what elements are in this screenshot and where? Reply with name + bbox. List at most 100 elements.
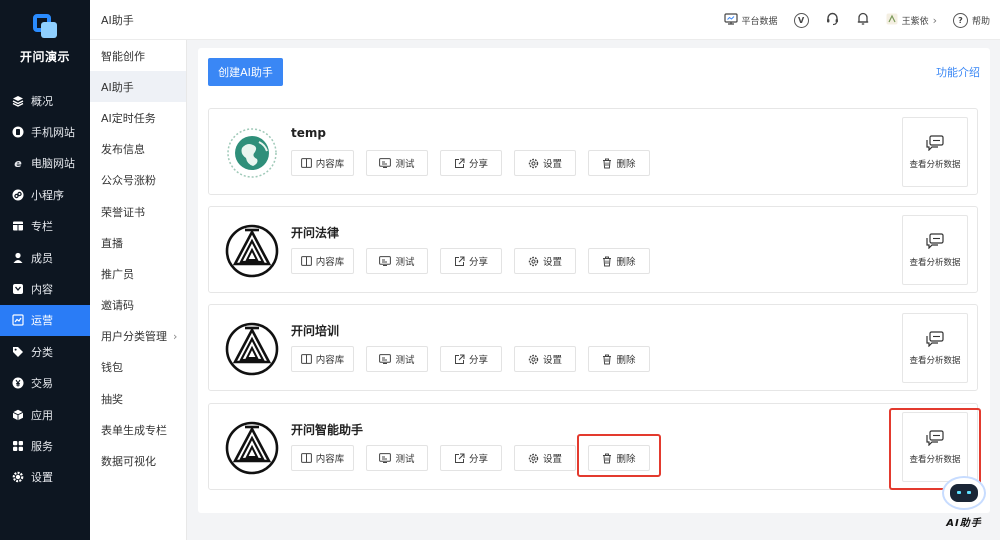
share-button[interactable]: 分享 — [440, 346, 502, 372]
platform-data-button[interactable]: 平台数据 — [723, 12, 778, 28]
settings-button[interactable]: 设置 — [514, 150, 576, 176]
submenu-item-promoter[interactable]: 推广员 — [90, 258, 186, 289]
feature-intro-link[interactable]: 功能介绍 — [936, 64, 980, 80]
action-label: 测试 — [395, 159, 415, 170]
content-library-button[interactable]: 内容库 — [291, 445, 354, 471]
action-label: 内容库 — [315, 257, 345, 268]
support-button[interactable] — [825, 11, 840, 29]
share-button[interactable]: 分享 — [440, 248, 502, 274]
submenu-label: 用户分类管理 — [101, 330, 167, 344]
trash-icon — [602, 256, 612, 267]
gear-icon — [12, 471, 24, 483]
nav-item-settings[interactable]: 设置 — [0, 462, 90, 493]
content-library-button[interactable]: 内容库 — [291, 150, 354, 176]
nav-item-column[interactable]: 专栏 — [0, 211, 90, 242]
assistant-name: temp — [291, 126, 326, 140]
content-library-button[interactable]: 内容库 — [291, 248, 354, 274]
platform-data-label: 平台数据 — [741, 16, 778, 27]
nav-label: 分类 — [31, 345, 53, 359]
chart-icon — [12, 314, 24, 327]
monitor-icon — [379, 256, 392, 266]
user-avatar — [886, 13, 898, 28]
miniprogram-icon — [12, 189, 24, 201]
submenu-item-form-column[interactable]: 表单生成专栏 — [90, 414, 186, 445]
nav-item-category[interactable]: 分类 — [0, 336, 90, 367]
share-icon — [454, 354, 465, 365]
submenu-item-smart-create[interactable]: 智能创作 — [90, 40, 186, 71]
trash-icon — [602, 158, 612, 169]
mobile-icon — [12, 126, 24, 138]
bell-icon — [856, 11, 870, 29]
action-label: 内容库 — [315, 454, 345, 465]
submenu-item-data-visualization[interactable]: 数据可视化 — [90, 445, 186, 476]
delete-button[interactable]: 删除 — [588, 346, 650, 372]
submenu-item-wechat-growth[interactable]: 公众号涨粉 — [90, 165, 186, 196]
assistant-name: 开问培训 — [291, 324, 340, 338]
action-label: 分享 — [468, 454, 488, 465]
assistant-avatar — [225, 224, 279, 278]
settings-button[interactable]: 设置 — [514, 346, 576, 372]
brand-name: 开问演示 — [19, 50, 70, 64]
nav-item-services[interactable]: 服务 — [0, 430, 90, 461]
test-button[interactable]: 测试 — [366, 150, 428, 176]
brand-logo[interactable]: 开问演示 — [0, 12, 90, 65]
submenu-item-user-category[interactable]: 用户分类管理 › — [90, 321, 186, 352]
nav-item-mobile-site[interactable]: 手机网站 — [0, 116, 90, 147]
monitor-icon — [723, 12, 738, 28]
create-ai-assistant-button[interactable]: 创建AI助手 — [208, 58, 283, 86]
help-label: 帮助 — [971, 16, 990, 27]
gear-icon — [528, 453, 539, 464]
nav-item-apps[interactable]: 应用 — [0, 399, 90, 430]
submenu-item-invite-code[interactable]: 邀请码 — [90, 290, 186, 321]
main-sidebar: 开问演示 概况 手机网站 e 电脑网站 小程序 专栏 成员 内容 运营 分类 交… — [0, 0, 90, 540]
nav-item-members[interactable]: 成员 — [0, 242, 90, 273]
assistant-avatar — [225, 126, 279, 180]
settings-button[interactable]: 设置 — [514, 445, 576, 471]
notification-button[interactable] — [856, 11, 870, 29]
share-button[interactable]: 分享 — [440, 445, 502, 471]
monitor-icon — [379, 354, 392, 364]
robot-icon — [944, 478, 984, 508]
delete-button[interactable]: 删除 — [588, 150, 650, 176]
brand-logo-icon — [31, 12, 59, 40]
vip-button[interactable]: V — [793, 12, 809, 28]
analysis-label: 查看分析数据 — [909, 355, 961, 366]
monitor-icon — [379, 453, 392, 463]
view-analysis-button[interactable]: 查看分析数据 — [902, 215, 968, 285]
nav-item-miniprogram[interactable]: 小程序 — [0, 179, 90, 210]
share-button[interactable]: 分享 — [440, 150, 502, 176]
view-analysis-button[interactable]: 查看分析数据 — [902, 117, 968, 187]
content-library-button[interactable]: 内容库 — [291, 346, 354, 372]
assistant-name: 开问智能助手 — [291, 423, 364, 437]
test-button[interactable]: 测试 — [366, 248, 428, 274]
submenu-item-ai-scheduled-task[interactable]: AI定时任务 — [90, 102, 186, 133]
monitor-icon — [379, 158, 392, 168]
nav-item-trade[interactable]: 交易 — [0, 368, 90, 399]
user-menu[interactable]: 王紫依 › — [886, 13, 937, 28]
nav-item-operations[interactable]: 运营 — [0, 304, 90, 337]
nav-item-pc-site[interactable]: e 电脑网站 — [0, 148, 90, 179]
floating-ai-assistant[interactable]: AI助手 — [940, 478, 988, 538]
share-icon — [454, 256, 465, 267]
settings-button[interactable]: 设置 — [514, 248, 576, 274]
help-button[interactable]: ? 帮助 — [952, 12, 990, 28]
submenu-item-wallet[interactable]: 钱包 — [90, 352, 186, 383]
assistant-actions: 内容库 测试 分享 设置 删除 — [291, 150, 650, 176]
submenu-item-publish-info[interactable]: 发布信息 — [90, 134, 186, 165]
submenu-item-ai-assistant[interactable]: AI助手 — [90, 71, 186, 103]
browser-icon: e — [14, 156, 22, 170]
nav-label: 手机网站 — [31, 126, 75, 140]
nav-item-overview[interactable]: 概况 — [0, 85, 90, 116]
chat-bubble-icon — [926, 232, 944, 249]
submenu-item-certificates[interactable]: 荣誉证书 — [90, 196, 186, 227]
book-icon — [300, 354, 312, 364]
nav-item-content[interactable]: 内容 — [0, 273, 90, 304]
test-button[interactable]: 测试 — [366, 346, 428, 372]
action-label: 测试 — [395, 355, 415, 366]
submenu-item-live[interactable]: 直播 — [90, 227, 186, 258]
view-analysis-button[interactable]: 查看分析数据 — [902, 313, 968, 383]
submenu-item-lottery[interactable]: 抽奖 — [90, 383, 186, 414]
delete-button[interactable]: 删除 — [588, 248, 650, 274]
cube-icon — [12, 409, 24, 421]
test-button[interactable]: 测试 — [366, 445, 428, 471]
